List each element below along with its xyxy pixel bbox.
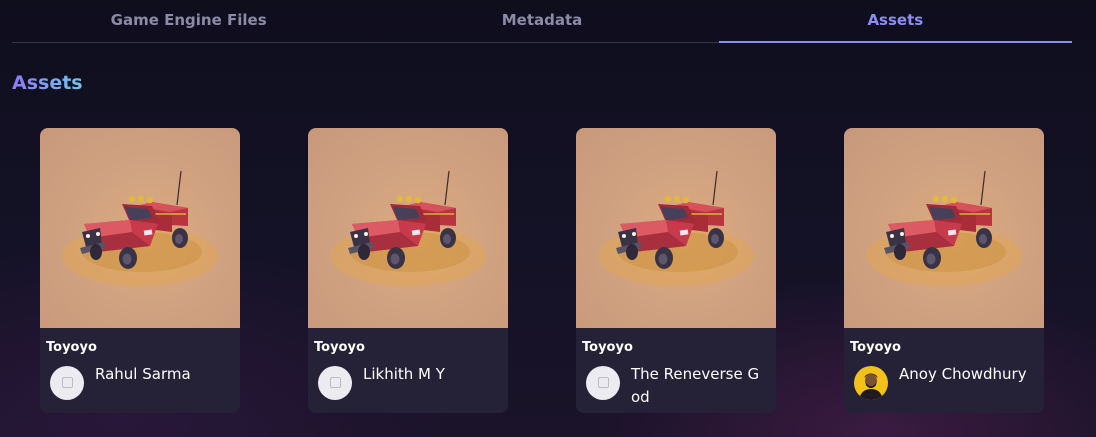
card-body: Toyoyo Anoy Chowdhury [844,328,1044,400]
placeholder-avatar-icon [586,366,620,400]
asset-thumbnail [40,128,240,328]
placeholder-avatar-icon [50,366,84,400]
asset-thumbnail [844,128,1044,328]
creator-name: The Reneverse God [631,365,760,406]
pickup-truck-illustration [330,170,486,286]
asset-name: Toyoyo [582,340,633,355]
creator-name: Anoy Chowdhury [899,365,1027,383]
asset-grid: Toyoyo Rahul Sarma Toyoyo Likhith M Y To… [40,128,1044,413]
placeholder-avatar-icon [318,366,352,400]
asset-name: Toyoyo [46,340,97,355]
tab-assets[interactable]: Assets [718,0,1072,43]
profile-photo-avatar [854,366,888,400]
card-body: Toyoyo The Reneverse God [576,328,776,409]
asset-card[interactable]: Toyoyo Anoy Chowdhury [844,128,1044,413]
creator-info: Likhith M Y [314,363,502,400]
creator-name: Rahul Sarma [95,365,191,383]
creator-name: Likhith M Y [363,365,445,383]
asset-thumbnail [576,128,776,328]
pickup-truck-illustration [866,170,1022,286]
creator-info: The Reneverse God [582,363,770,409]
tab-metadata[interactable]: Metadata [365,0,718,42]
creator-info: Rahul Sarma [46,363,234,400]
asset-card[interactable]: Toyoyo The Reneverse God [576,128,776,413]
tab-game-engine-files[interactable]: Game Engine Files [12,0,365,42]
asset-name: Toyoyo [850,340,901,355]
asset-name: Toyoyo [314,340,365,355]
card-body: Toyoyo Rahul Sarma [40,328,240,400]
card-body: Toyoyo Likhith M Y [308,328,508,400]
creator-info: Anoy Chowdhury [850,363,1038,400]
pickup-truck-illustration [62,170,218,286]
asset-thumbnail [308,128,508,328]
asset-card[interactable]: Toyoyo Rahul Sarma [40,128,240,413]
pickup-truck-illustration [598,170,754,286]
asset-card[interactable]: Toyoyo Likhith M Y [308,128,508,413]
tab-bar: Game Engine Files Metadata Assets [12,0,1072,43]
section-title: Assets [12,72,83,94]
